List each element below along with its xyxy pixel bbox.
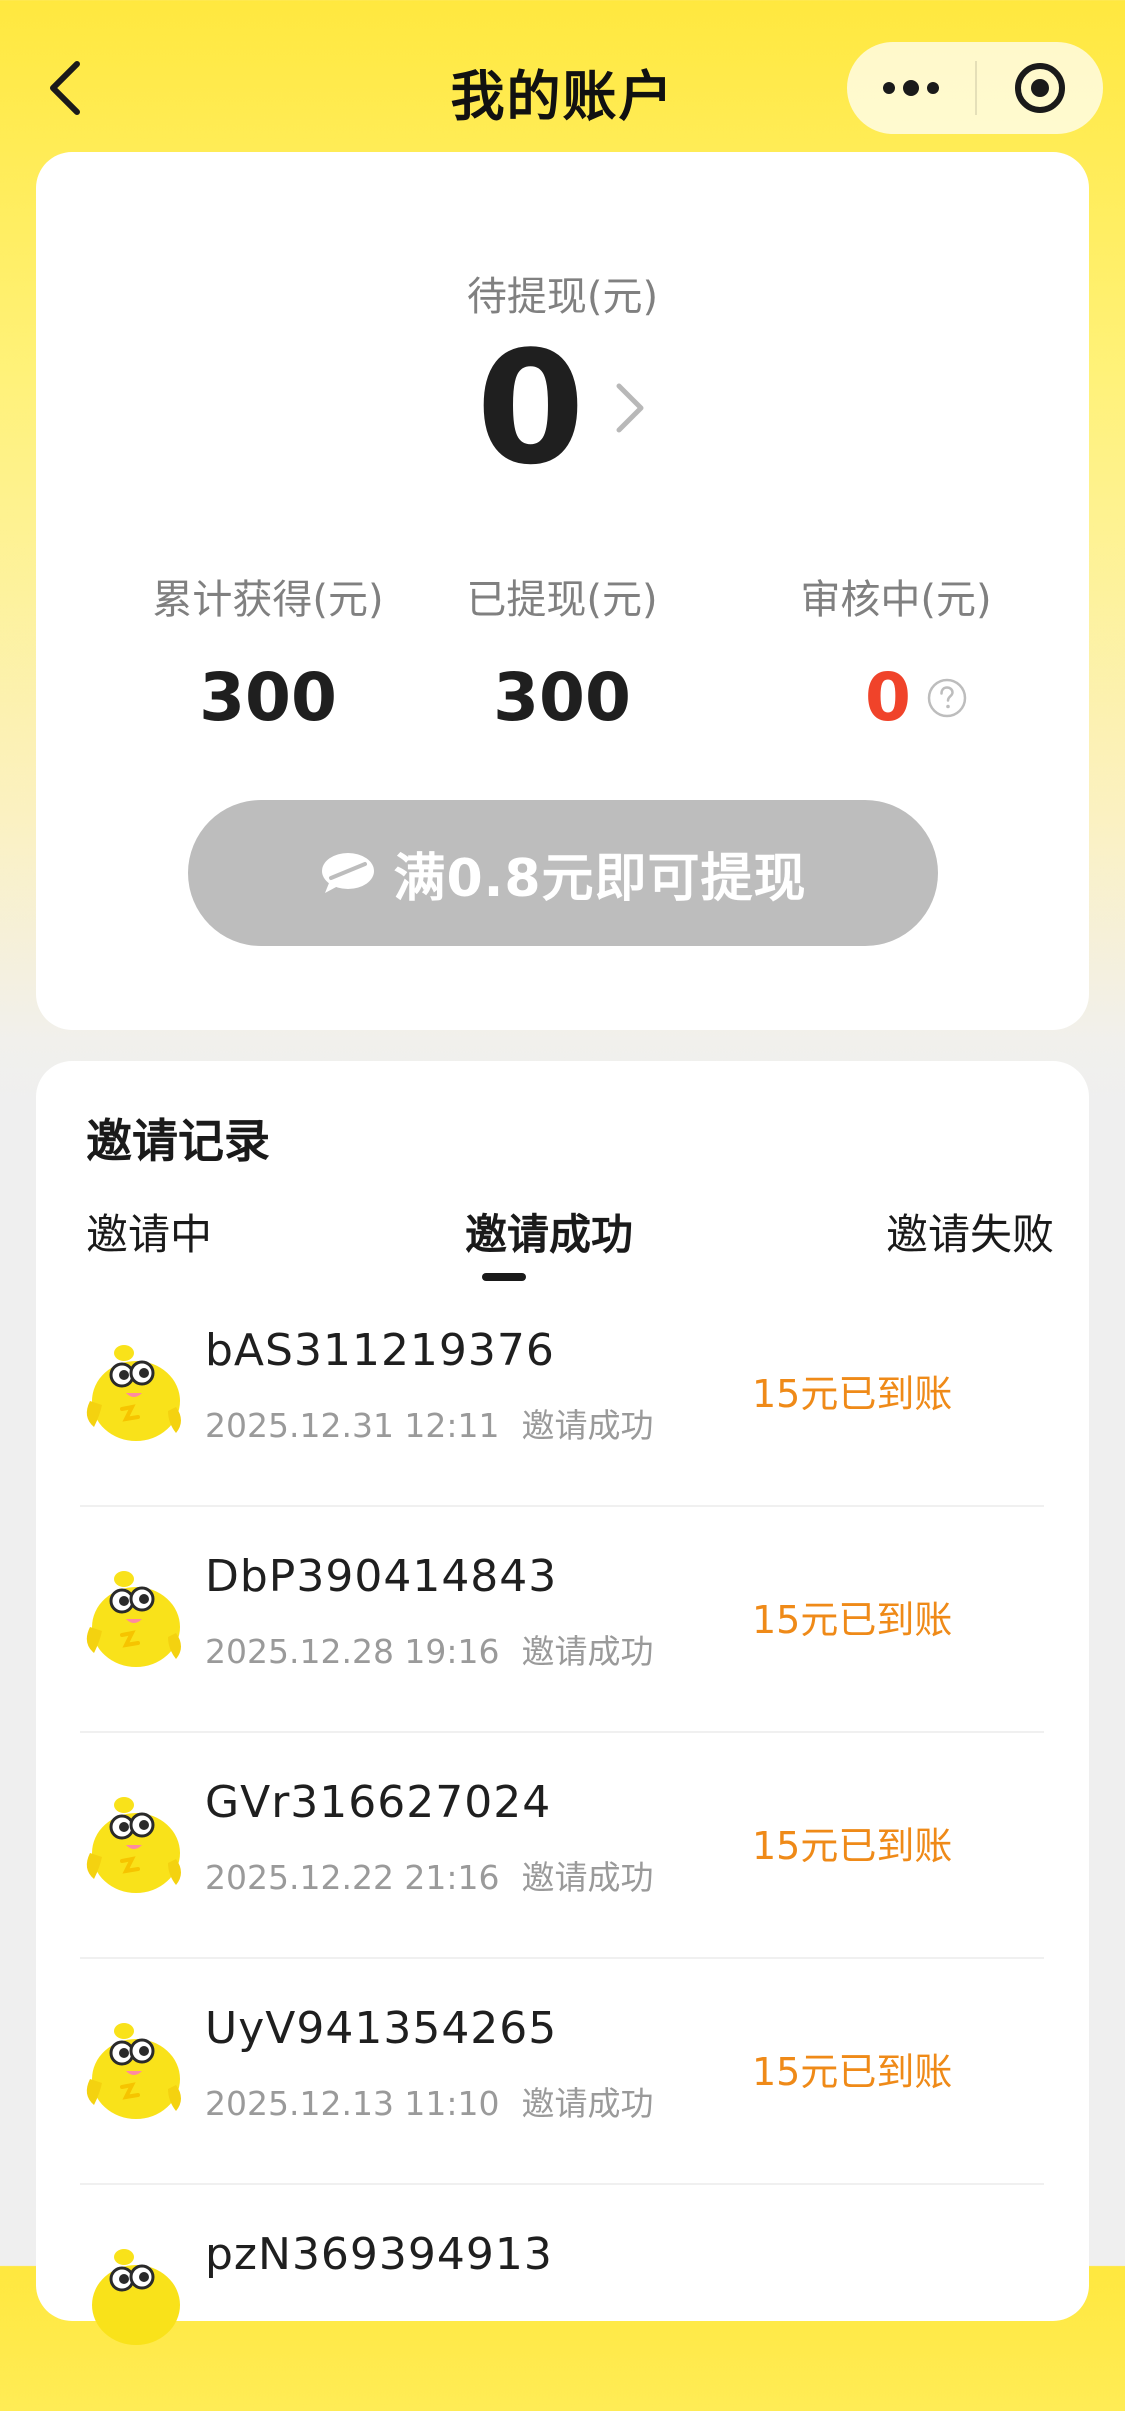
record-target-icon [1015, 63, 1065, 113]
chick-avatar-icon [86, 1571, 181, 1667]
active-tab-indicator [482, 1273, 526, 1281]
invite-time: 2025.12.22 21:16 [205, 1858, 500, 1897]
reward-status: 15元已到账 [752, 1598, 953, 1642]
stat-value: 0 [716, 660, 1076, 736]
list-item[interactable]: pzN369394913 [80, 2185, 1044, 2411]
chick-avatar-icon [86, 2023, 181, 2119]
stat-value: 300 [382, 660, 742, 736]
balance-card: 待提现(元) 0 累计获得(元) 300 已提现(元) 300 审核中(元) 0 [36, 152, 1089, 1030]
close-mini-program-button[interactable] [977, 42, 1103, 134]
pending-withdraw-row[interactable]: 0 [36, 330, 1089, 486]
tab-inviting[interactable]: 邀请中 [86, 1201, 212, 1262]
record-meta: 2025.12.31 12:11 邀请成功 [205, 1399, 654, 1447]
invitee-id: bAS311219376 [205, 1325, 555, 1376]
invite-status: 邀请成功 [521, 1858, 654, 1897]
invite-status: 邀请成功 [521, 2084, 654, 2123]
withdraw-button-label: 满0.8元即可提现 [393, 848, 807, 909]
list-item[interactable]: UyV941354265 2025.12.13 11:10 邀请成功 15元已到账 [80, 1959, 1044, 2185]
reward-status: 15元已到账 [752, 1824, 953, 1868]
stat-number: 0 [865, 659, 911, 736]
mini-program-capsule [847, 42, 1103, 134]
list-item[interactable]: DbP390414843 2025.12.28 19:16 邀请成功 15元已到账 [80, 1507, 1044, 1733]
pending-withdraw-amount: 0 [476, 317, 585, 499]
reward-status: 15元已到账 [752, 1372, 953, 1416]
record-meta: 2025.12.28 19:16 邀请成功 [205, 1625, 654, 1673]
chick-avatar-icon [86, 1345, 181, 1441]
chevron-right-icon [609, 378, 649, 438]
record-meta: 2025.12.13 11:10 邀请成功 [205, 2077, 654, 2125]
invite-status: 邀请成功 [521, 1406, 654, 1445]
invitee-id: DbP390414843 [205, 1551, 558, 1602]
chick-avatar-icon [86, 1797, 181, 1893]
top-nav-bar: 我的账户 [0, 0, 1125, 160]
list-item[interactable]: bAS311219376 2025.12.31 12:11 邀请成功 15元已到账 [80, 1281, 1044, 1507]
question-circle-icon[interactable] [927, 678, 967, 718]
invitee-id: UyV941354265 [205, 2003, 558, 2054]
reward-status: 15元已到账 [752, 2050, 953, 2094]
more-dots-icon [883, 80, 939, 96]
stat-label: 审核中(元) [800, 577, 992, 623]
invite-status: 邀请成功 [521, 1632, 654, 1671]
list-item[interactable]: GVr316627024 2025.12.22 21:16 邀请成功 15元已到账 [80, 1733, 1044, 1959]
invite-time: 2025.12.13 11:10 [205, 2084, 500, 2123]
invite-time: 2025.12.28 19:16 [205, 1632, 500, 1671]
stat-under-review: 审核中(元) 0 [716, 572, 1076, 736]
tab-invite-success[interactable]: 邀请成功 [465, 1201, 633, 1262]
wechat-icon [319, 850, 377, 896]
stat-number: 300 [199, 659, 337, 736]
chick-avatar-icon [92, 2249, 180, 2345]
more-button[interactable] [847, 42, 975, 134]
invite-time: 2025.12.31 12:11 [205, 1406, 500, 1445]
stat-label: 已提现(元) [466, 577, 658, 623]
invite-record-title: 邀请记录 [86, 1114, 270, 1168]
withdraw-button[interactable]: 满0.8元即可提现 [188, 800, 938, 946]
invitee-id: pzN369394913 [205, 2229, 553, 2280]
invitee-id: GVr316627024 [205, 1777, 552, 1828]
record-meta: 2025.12.22 21:16 邀请成功 [205, 1851, 654, 1899]
stat-withdrawn: 已提现(元) 300 [382, 572, 742, 736]
tab-invite-failed[interactable]: 邀请失败 [886, 1201, 1054, 1262]
stat-number: 300 [493, 659, 631, 736]
pending-withdraw-label: 待提现(元) [466, 274, 659, 320]
